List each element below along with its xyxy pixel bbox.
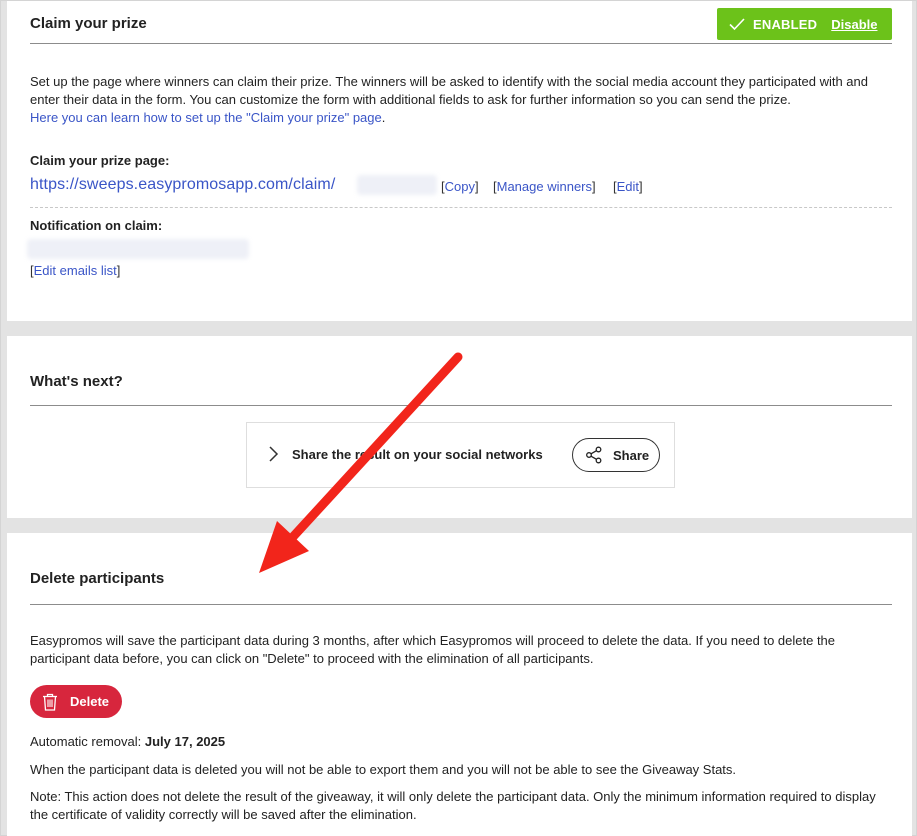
whats-next-title: What's next? — [30, 373, 123, 390]
manage-winners-wrapper: [Manage winners] — [493, 179, 596, 194]
edit-emails-wrapper: [Edit emails list] — [30, 263, 121, 278]
dashed-divider — [30, 207, 892, 208]
delete-participants-title: Delete participants — [30, 570, 165, 587]
manage-winners-link[interactable]: Manage winners — [497, 179, 592, 194]
share-button-label: Share — [613, 447, 650, 463]
edit-wrapper: [Edit] — [613, 179, 643, 194]
claim-prize-title: Claim your prize — [30, 15, 147, 32]
delete-participants-card: Delete participants Easypromos will save… — [7, 533, 912, 836]
check-icon — [729, 18, 745, 31]
share-button[interactable]: Share — [572, 438, 660, 472]
delete-note-text: Note: This action does not delete the re… — [30, 789, 876, 822]
chevron-right-icon[interactable] — [267, 445, 279, 463]
whats-next-card: What's next? Share the result on your so… — [7, 336, 912, 518]
divider — [30, 405, 892, 406]
divider — [30, 604, 892, 605]
claim-description: Set up the page where winners can claim … — [30, 73, 890, 127]
delete-description: Easypromos will save the participant dat… — [30, 633, 836, 666]
notification-label: Notification on claim: — [30, 218, 163, 233]
enabled-label: ENABLED — [753, 16, 818, 32]
learn-claim-page-link[interactable]: Here you can learn how to set up the "Cl… — [30, 110, 382, 125]
edit-link[interactable]: Edit — [617, 179, 639, 194]
edit-emails-link[interactable]: Edit emails list — [34, 263, 117, 278]
share-result-text: Share the result on your social networks — [292, 447, 543, 462]
share-result-panel: Share the result on your social networks… — [246, 422, 675, 488]
redacted-email — [27, 239, 249, 259]
auto-removal-date: July 17, 2025 — [144, 734, 226, 749]
trash-icon — [43, 693, 57, 711]
claim-description-text: Set up the page where winners can claim … — [30, 74, 868, 107]
claim-page-label: Claim your prize page: — [30, 153, 170, 168]
copy-link[interactable]: Copy — [445, 179, 475, 194]
delete-button[interactable]: Delete — [30, 685, 122, 718]
delete-warning-text: When the participant data is deleted you… — [30, 762, 737, 777]
page-frame: Claim your prize ENABLED Disable Set up … — [0, 0, 917, 836]
divider — [30, 43, 892, 44]
delete-button-label: Delete — [70, 694, 110, 709]
status-badge: ENABLED Disable — [717, 8, 892, 40]
learn-link-suffix: . — [381, 110, 386, 125]
auto-removal-line: Automatic removal: July 17, 2025 — [30, 733, 225, 751]
redacted-url-slug — [357, 175, 437, 195]
copy-link-wrapper: [Copy] — [441, 179, 479, 194]
auto-removal-label: Automatic removal: — [30, 734, 142, 749]
share-icon — [586, 446, 602, 464]
disable-link[interactable]: Disable — [831, 17, 877, 32]
claim-prize-card: Claim your prize ENABLED Disable Set up … — [7, 1, 912, 321]
claim-page-url-link[interactable]: https://sweeps.easypromosapp.com/claim/ — [30, 176, 335, 194]
